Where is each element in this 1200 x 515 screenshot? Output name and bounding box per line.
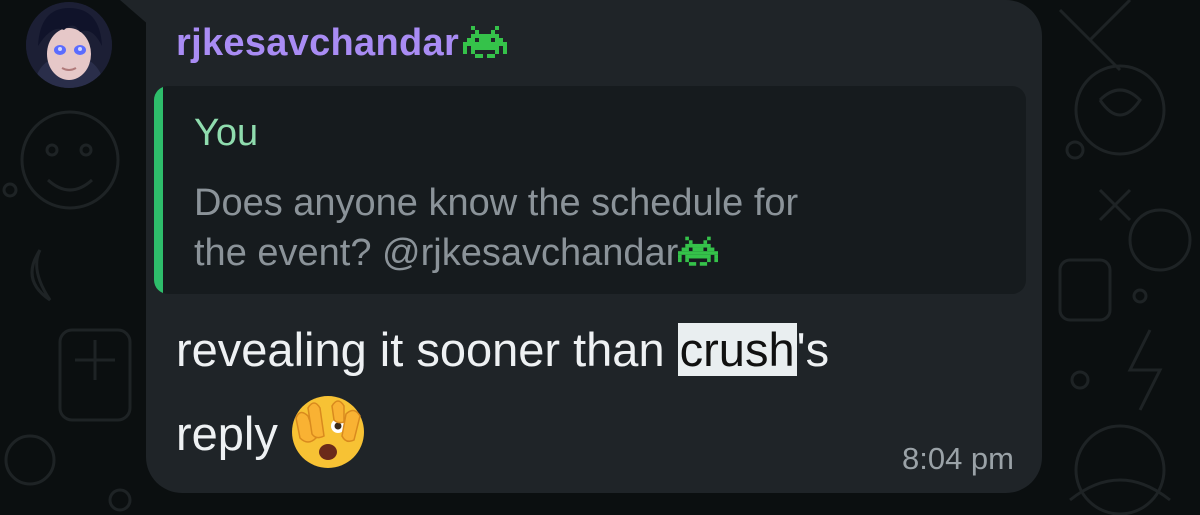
quoted-text: Does anyone know the schedule for the ev… — [194, 178, 994, 278]
message-timestamp: 8:04 pm — [901, 441, 1014, 476]
sender-avatar[interactable] — [26, 2, 112, 88]
message-bubble[interactable]: rjkesavchandar You Does anyone know the … — [146, 0, 1042, 493]
quoted-author: You — [194, 112, 259, 154]
quoted-text-line1: Does anyone know the schedule for — [194, 182, 799, 224]
alien-monster-icon — [463, 25, 508, 58]
quote-accent-bar — [154, 86, 163, 294]
sender-name-text[interactable]: rjkesavchandar — [176, 22, 459, 65]
quoted-message[interactable]: You Does anyone know the schedule for th… — [154, 86, 1026, 294]
alien-monster-icon — [678, 236, 719, 266]
face-with-peeking-eye-icon — [291, 396, 364, 468]
message-text-line2: reply — [176, 407, 278, 460]
quoted-text-line2: the event? @rjkesavchandar — [194, 232, 679, 274]
highlighted-word[interactable]: crush — [677, 323, 797, 376]
message-text: revealing it sooner than crush's reply — [176, 312, 976, 472]
sender-name[interactable]: rjkesavchandar — [176, 22, 508, 65]
message-text-suffix: 's — [796, 323, 830, 376]
message-text-prefix: revealing it sooner than — [176, 323, 678, 376]
